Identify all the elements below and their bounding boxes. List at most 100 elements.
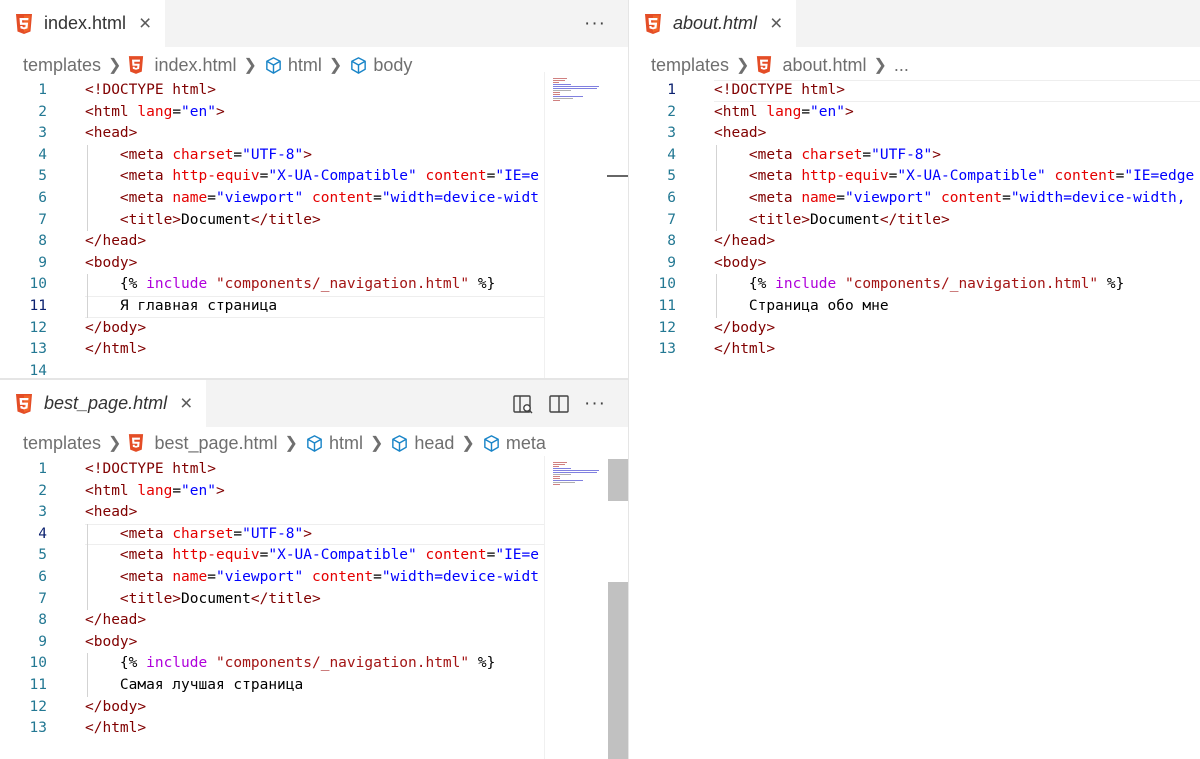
code-line[interactable]: 9 <body> <box>629 253 1200 275</box>
close-icon[interactable]: × <box>139 13 151 34</box>
code-line[interactable]: 8 </head> <box>629 231 1200 253</box>
code-line[interactable]: 9 <body> <box>0 253 544 275</box>
code-line[interactable]: 4 <meta charset="UTF-8"> <box>0 144 544 167</box>
code-token: <html <box>714 103 767 120</box>
editor-group-about: about.html × templates ❯ about.html ❯ ..… <box>629 0 1200 759</box>
code-editor[interactable]: 1 <!DOCTYPE html> 2 <html lang="en"> 3 <head>… <box>629 80 1200 759</box>
code-line[interactable]: 6 <meta name="viewport" content="width=d… <box>0 567 544 589</box>
code-line[interactable]: 2 <html lang="en"> <box>629 102 1200 124</box>
split-editor-icon[interactable] <box>548 393 570 415</box>
more-actions-icon[interactable]: ··· <box>584 14 606 33</box>
code-line[interactable]: 4 <meta charset="UTF-8"> <box>629 144 1200 167</box>
code-line[interactable]: 3 <head> <box>0 123 544 145</box>
breadcrumb-meta[interactable]: meta <box>482 433 546 454</box>
code-line[interactable]: 5 <meta http-equiv="X-UA-Compatible" con… <box>629 166 1200 188</box>
code-line[interactable]: 7 <title>Document</title> <box>0 209 544 232</box>
code-line[interactable]: 13 </html> <box>0 339 544 361</box>
scrollbar-thumb-lower[interactable] <box>608 582 628 759</box>
code-line[interactable]: 10 {% include "components/_navigation.ht… <box>0 274 544 296</box>
breadcrumb-file[interactable]: about.html <box>756 55 867 76</box>
code-line[interactable]: 5 <meta http-equiv="X-UA-Compatible" con… <box>0 166 544 188</box>
code-line[interactable]: 7 <title>Document</title> <box>629 209 1200 232</box>
code-line[interactable]: 3 <head> <box>0 502 544 524</box>
code-line[interactable]: 2 <html lang="en"> <box>0 102 544 124</box>
code-token: name <box>801 190 837 206</box>
breadcrumb-html[interactable]: html <box>264 55 322 76</box>
breadcrumb-file[interactable]: best_page.html <box>128 433 278 454</box>
code-token: </body> <box>85 698 147 715</box>
tab-best-page-html[interactable]: best_page.html × <box>0 380 207 427</box>
code-token: "viewport" <box>215 569 304 585</box>
breadcrumb-templates[interactable]: templates <box>651 55 729 76</box>
line-number: 4 <box>38 525 47 542</box>
code-line[interactable]: 1 <!DOCTYPE html> <box>0 80 544 102</box>
more-actions-icon[interactable]: ··· <box>584 394 606 413</box>
minimap[interactable] <box>544 456 608 759</box>
code-line[interactable]: 11 Я главная страница <box>0 296 544 318</box>
code-line[interactable]: 1 <!DOCTYPE html> <box>0 459 544 481</box>
minimap[interactable] <box>544 72 608 378</box>
breadcrumb-head[interactable]: head <box>390 433 454 454</box>
code-token: <head> <box>714 125 767 142</box>
code-line[interactable]: 6 <meta name="viewport" content="width=d… <box>629 188 1200 210</box>
code-editor[interactable]: 1 <!DOCTYPE html> 2 <html lang="en"> 3 <head>… <box>0 80 544 378</box>
breadcrumb-meta-label: meta <box>505 432 546 453</box>
code-text: </body> <box>85 697 146 719</box>
code-line[interactable]: 6 <meta name="viewport" content="width=d… <box>0 188 544 210</box>
code-line[interactable]: 1 <!DOCTYPE html> <box>629 80 1200 102</box>
code-line[interactable]: 12 </body> <box>0 697 544 719</box>
code-line[interactable]: 13 </html> <box>0 718 544 740</box>
close-icon[interactable]: × <box>180 393 192 414</box>
line-number: 13 <box>658 341 676 358</box>
code-token: "components/_navigation.html" <box>844 276 1099 293</box>
code-line[interactable]: 13 </html> <box>629 339 1200 361</box>
breadcrumb-ellipsis[interactable]: ... <box>894 55 909 76</box>
cube-icon <box>307 434 322 452</box>
breadcrumb-body[interactable]: body <box>349 55 412 76</box>
code-token: Страница обо мне <box>714 298 889 314</box>
code-line[interactable]: 12 </body> <box>629 318 1200 340</box>
code-line[interactable]: 4 <meta charset="UTF-8"> <box>0 523 544 546</box>
code-token: = <box>801 103 811 120</box>
code-line[interactable]: 14 <box>0 361 544 378</box>
code-line[interactable]: 10 {% include "components/_navigation.ht… <box>0 653 544 675</box>
scrollbar-thumb[interactable] <box>608 459 628 501</box>
vertical-scrollbar[interactable] <box>608 459 628 759</box>
code-line[interactable]: 11 Страница обо мне <box>629 296 1200 318</box>
code-line[interactable]: 7 <title>Document</title> <box>0 588 544 611</box>
code-line[interactable]: 11 Самая лучшая страница <box>0 675 544 697</box>
code-line[interactable]: 9 <body> <box>0 632 544 654</box>
code-token: <meta <box>748 168 802 185</box>
code-line[interactable]: 8 </head> <box>0 231 544 253</box>
breadcrumb-html[interactable]: html <box>305 433 363 454</box>
line-number: 11 <box>658 298 676 314</box>
code-line[interactable]: 8 </head> <box>0 610 544 632</box>
code-token: <!DOCTYPE html> <box>714 82 845 98</box>
code-line[interactable]: 3 <head> <box>629 123 1200 145</box>
code-token: %} <box>469 655 496 672</box>
code-line[interactable]: 12 </body> <box>0 318 544 340</box>
code-editor[interactable]: 1 <!DOCTYPE html> 2 <html lang="en"> 3 <head>… <box>0 459 544 759</box>
code-token: = <box>172 482 182 499</box>
close-icon[interactable]: × <box>770 13 782 34</box>
html5-icon <box>757 56 772 74</box>
breadcrumb-templates[interactable]: templates <box>23 55 101 76</box>
chevron-right-icon: ❯ <box>243 57 257 74</box>
code-text: <html lang="en"> <box>714 102 854 124</box>
code-token: {% <box>85 276 147 293</box>
open-changes-icon[interactable] <box>512 393 534 415</box>
breadcrumb-templates[interactable]: templates <box>23 433 101 454</box>
breadcrumb-file[interactable]: index.html <box>128 55 237 76</box>
code-token: Я главная страница <box>85 298 278 314</box>
line-number: 1 <box>38 82 47 98</box>
code-line[interactable]: 10 {% include "components/_navigation.ht… <box>629 274 1200 296</box>
breadcrumb-html-label: html <box>287 54 322 75</box>
tab-index-html[interactable]: index.html × <box>0 0 166 47</box>
code-line[interactable]: 2 <html lang="en"> <box>0 481 544 503</box>
tab-about-html[interactable]: about.html × <box>629 0 797 47</box>
code-line[interactable]: 5 <meta http-equiv="X-UA-Compatible" con… <box>0 545 544 567</box>
line-number: 3 <box>667 125 676 142</box>
